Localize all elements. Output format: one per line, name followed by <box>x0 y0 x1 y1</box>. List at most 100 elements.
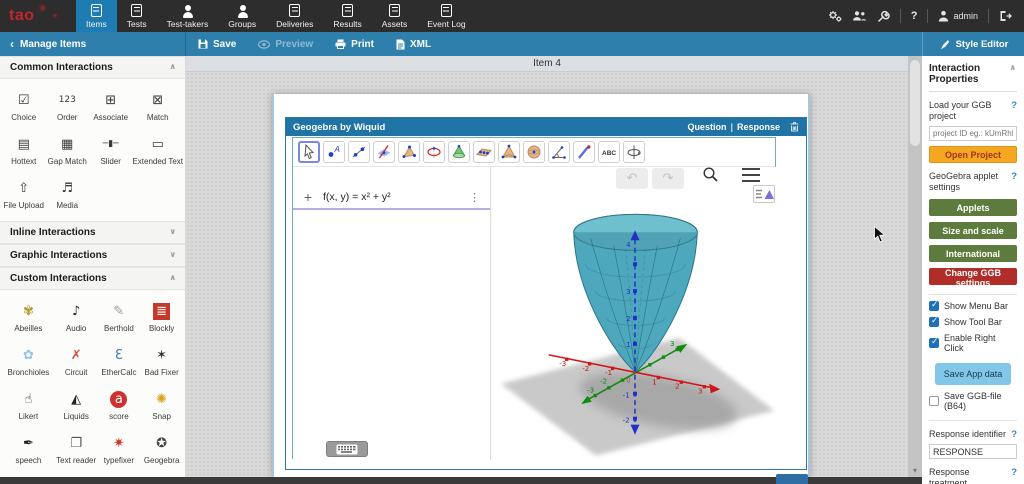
help-icon[interactable]: ? <box>1011 171 1017 182</box>
response-identifier-input[interactable] <box>929 444 1017 459</box>
tab-question[interactable]: Question <box>687 122 726 132</box>
style-editor-toggle[interactable]: Style Editor <box>922 32 1024 56</box>
undo-button[interactable]: ↶ <box>616 168 648 189</box>
interaction-item[interactable]: ▭ Extended Text <box>132 128 183 172</box>
interaction-item[interactable]: ◭ Liquids <box>55 383 98 427</box>
text-tool[interactable]: ABC <box>598 141 620 163</box>
help-icon[interactable]: ? <box>1011 429 1017 440</box>
nav-tab-deliveries[interactable]: Deliveries <box>266 0 323 32</box>
save-ggb-file-checkbox[interactable]: Save GGB-file (B64) <box>929 391 1017 411</box>
delete-interaction-button[interactable] <box>790 122 799 132</box>
interaction-item[interactable]: ▤ Hottext <box>2 128 45 172</box>
content-scrollbar[interactable]: ▾ <box>908 56 922 477</box>
nav-tab-items[interactable]: Items <box>76 0 117 32</box>
enable-right-click-checkbox[interactable]: Enable Right Click <box>929 333 1017 353</box>
function-expression[interactable]: f(x, y) = x² + y² <box>323 191 391 203</box>
interaction-item[interactable]: ✷ typefixer <box>98 427 141 471</box>
interaction-item[interactable]: ≣ Blockly <box>140 295 183 339</box>
virtual-keyboard-button[interactable] <box>326 441 368 457</box>
project-id-input[interactable] <box>929 126 1017 141</box>
wrench-icon[interactable] <box>877 10 890 23</box>
graphics-3d-view[interactable]: -3 -2 -1 0 1 2 3 3 -2 -3 4 3 2 1 -1 -2 <box>491 167 777 460</box>
show-tool-bar-checkbox[interactable]: Show Tool Bar <box>929 316 1017 327</box>
preview-button[interactable]: Preview <box>258 39 313 50</box>
logout-icon[interactable] <box>999 10 1012 22</box>
open-project-button[interactable]: Open Project <box>929 146 1017 163</box>
interaction-item[interactable]: ✾ Abeilles <box>2 295 55 339</box>
checkbox-checked-icon[interactable] <box>929 300 939 311</box>
interaction-item[interactable]: 123 Order <box>45 84 88 128</box>
tao-logo[interactable]: tao ✳ ✳ <box>0 0 76 32</box>
partially-visible-button[interactable] <box>776 474 808 484</box>
zoom-search-button[interactable] <box>701 166 719 184</box>
nav-tab-groups[interactable]: Groups <box>218 0 266 32</box>
interaction-item[interactable]: ♬ Media <box>45 172 88 216</box>
add-expression-button[interactable]: + <box>293 189 323 205</box>
interaction-item[interactable]: ☑ Choice <box>2 84 45 128</box>
interaction-item[interactable]: ⊠ Match <box>132 84 183 128</box>
algebra-input-row[interactable]: + f(x, y) = x² + y² ⋮ <box>293 186 490 210</box>
settings-cogs-icon[interactable] <box>828 10 842 23</box>
section-inline-interactions[interactable]: Inline Interactions ∨ <box>0 221 185 244</box>
geogebra-window-titlebar[interactable]: Geogebra by Wiquid Question | Response <box>286 118 806 136</box>
change-ggb-settings-button[interactable]: Change GGB settings <box>929 268 1017 288</box>
help-button[interactable]: ? <box>911 10 918 22</box>
scrollbar-thumb[interactable] <box>910 60 920 146</box>
panel-header[interactable]: Interaction Properties ∧ <box>929 56 1017 92</box>
save-app-data-button[interactable]: Save App data <box>935 363 1011 385</box>
international-button[interactable]: International <box>929 245 1017 262</box>
checkbox-unchecked-icon[interactable] <box>929 396 939 406</box>
interaction-item[interactable]: Ɛ EtherCalc <box>98 339 141 383</box>
applets-button[interactable]: Applets <box>929 199 1017 216</box>
plane-tool[interactable] <box>473 141 495 163</box>
interaction-item[interactable]: ▦ Gap Match <box>45 128 88 172</box>
sphere-tool[interactable] <box>523 141 545 163</box>
interaction-item[interactable]: ✿ Bronchioles <box>2 339 55 383</box>
interaction-item[interactable]: ✪ Geogebra <box>140 427 183 471</box>
user-account-menu[interactable]: admin <box>938 10 978 22</box>
user-management-icon[interactable] <box>852 10 867 22</box>
expression-menu-button[interactable]: ⋮ <box>469 191 480 204</box>
pyramid-tool[interactable] <box>498 141 520 163</box>
interaction-item[interactable]: ✶ Bad Fixer <box>140 339 183 383</box>
interaction-item[interactable]: ⊞ Associate <box>89 84 132 128</box>
move-tool[interactable] <box>298 141 320 163</box>
checkbox-checked-icon[interactable] <box>929 316 939 327</box>
checkbox-checked-icon[interactable] <box>929 337 939 348</box>
size-and-scale-button[interactable]: Size and scale <box>929 222 1017 239</box>
nav-tab-event-log[interactable]: Event Log <box>417 0 475 32</box>
nav-tab-results[interactable]: Results <box>323 0 371 32</box>
cone-tool[interactable] <box>448 141 470 163</box>
intersect-tool[interactable] <box>373 141 395 163</box>
style-bar-toggle[interactable] <box>753 185 775 203</box>
scrollbar-down-arrow[interactable]: ▾ <box>908 466 922 475</box>
interaction-item[interactable]: ⇧ File Upload <box>2 172 45 216</box>
redo-button[interactable]: ↷ <box>652 168 684 189</box>
vector-tool[interactable] <box>573 141 595 163</box>
angle-tool[interactable] <box>548 141 570 163</box>
line-tool[interactable] <box>348 141 370 163</box>
nav-tab-tests[interactable]: Tests <box>117 0 157 32</box>
section-custom-interactions[interactable]: Custom Interactions ∧ <box>0 267 185 290</box>
xml-button[interactable]: XML <box>396 39 431 50</box>
show-menu-bar-checkbox[interactable]: Show Menu Bar <box>929 300 1017 311</box>
interaction-item[interactable]: ✺ Snap <box>140 383 183 427</box>
ggb-menu-button[interactable] <box>742 168 760 182</box>
interaction-item[interactable]: ✒ speech <box>2 427 55 471</box>
rotate-3d-view-tool[interactable] <box>623 141 645 163</box>
point-tool[interactable]: A <box>323 141 345 163</box>
interaction-item[interactable]: ❐ Text reader <box>55 427 98 471</box>
interaction-item[interactable]: ☝ Likert <box>2 383 55 427</box>
interaction-item[interactable]: ─▮─ Slider <box>89 128 132 172</box>
nav-tab-test-takers[interactable]: Test-takers <box>157 0 219 32</box>
interaction-item[interactable]: ✎ Berthold <box>98 295 141 339</box>
help-icon[interactable]: ? <box>1011 467 1017 478</box>
nav-tab-assets[interactable]: Assets <box>372 0 418 32</box>
back-manage-items-button[interactable]: Manage Items <box>0 32 186 56</box>
interaction-item[interactable]: ♪ Audio <box>55 295 98 339</box>
circle-with-axis-tool[interactable] <box>423 141 445 163</box>
print-button[interactable]: Print <box>335 39 374 50</box>
tab-response[interactable]: Response <box>737 122 780 132</box>
interaction-item[interactable]: a score <box>98 383 141 427</box>
save-button[interactable]: Save <box>198 39 236 50</box>
